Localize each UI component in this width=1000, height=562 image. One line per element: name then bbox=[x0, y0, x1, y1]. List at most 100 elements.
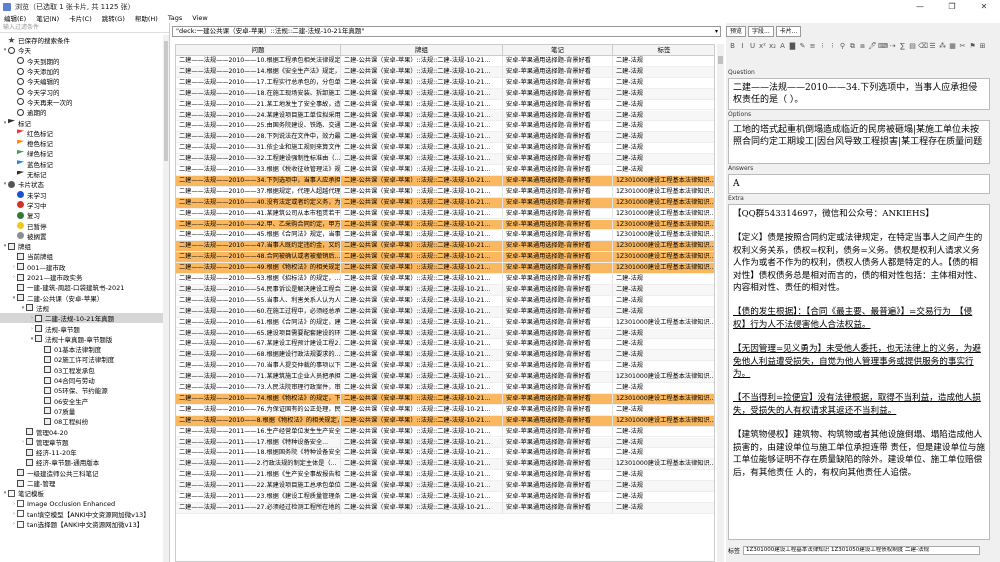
sidebar-item[interactable]: ▾ 法规 bbox=[0, 303, 164, 313]
table-row[interactable]: 二建——法规——2010——32.工程建设强制性标准由（... 二建-公共课（安卓… bbox=[176, 154, 714, 165]
sidebar-item[interactable]: 02施工许可法律制度 bbox=[0, 354, 164, 364]
sidebar-item[interactable]: 一级建造师公共三科笔记 bbox=[0, 468, 164, 478]
table-row[interactable]: 二建——法规——2010——74.根据《物权法》的规定，下... 二建-公共课（安… bbox=[176, 393, 714, 405]
sidebar-item[interactable]: 经济-11-20年 bbox=[0, 447, 164, 457]
format-button-icon[interactable]: ☰ bbox=[928, 42, 937, 51]
format-button-icon[interactable]: ✂ bbox=[958, 42, 967, 51]
table-row[interactable]: 二建——法规——2011——27.必须经过检测工程所在地的... 二建-公共课（安… bbox=[176, 502, 714, 514]
format-button-icon[interactable]: U bbox=[748, 42, 757, 51]
sidebar-item[interactable]: 04合同与劳动 bbox=[0, 375, 164, 385]
sidebar-item[interactable]: 今天到期的 bbox=[0, 56, 164, 66]
sidebar-item[interactable]: 蓝色标记 bbox=[0, 159, 164, 169]
table-row[interactable]: 二建——法规——2010——55.当事人、利害关系人认为人... 二建-公共课（安… bbox=[176, 295, 714, 307]
format-button-icon[interactable]: ▤ bbox=[908, 42, 917, 51]
cards-button[interactable]: 卡片... bbox=[775, 26, 802, 37]
menu-go[interactable]: 跳转(G) bbox=[102, 13, 125, 23]
table-row[interactable]: 二建——法规——2010——8.根据《物权法》的相关规定，... 二建-公共课（安… bbox=[176, 415, 714, 427]
table-scrollbar[interactable] bbox=[717, 44, 724, 562]
format-button-icon[interactable]: ▇ bbox=[788, 42, 797, 51]
table-row[interactable]: 二建——法规——2011——23.根据《建设工程质量管理条... 二建-公共课（安… bbox=[176, 492, 714, 503]
sidebar-item[interactable]: 管理04-20 bbox=[0, 426, 164, 437]
table-row[interactable]: 二建——法规——2010——47.当事人既约定违约金，又约... 二建-公共课（安… bbox=[176, 241, 714, 253]
format-button-icon[interactable]: ⚲ bbox=[838, 42, 847, 51]
sidebar-item[interactable]: ▾ 今天 bbox=[0, 45, 164, 55]
format-button-icon[interactable]: I bbox=[738, 42, 747, 51]
sidebar-item[interactable]: › 法规-章节题 bbox=[0, 323, 164, 334]
format-button-icon[interactable]: ⊞ bbox=[978, 42, 987, 51]
table-row[interactable]: 二建——法规——2010——71.某建筑施工企业人员把承担... 二建-公共课（安… bbox=[176, 372, 714, 383]
sidebar-item[interactable]: 已暂停 bbox=[0, 220, 164, 231]
format-button-icon[interactable]: A bbox=[778, 42, 787, 51]
sidebar-item[interactable]: ▾ 标记 bbox=[0, 117, 164, 128]
table-row[interactable]: 二建——法规——2010——60.在施工过程中，必须经总承... 二建-公共课（安… bbox=[176, 306, 714, 318]
table-row[interactable]: 二建——法规——2010——25.由国务院建设、铁路、交通... 二建-公共课（安… bbox=[176, 121, 714, 133]
sidebar-item[interactable]: 当前牌组 bbox=[0, 251, 164, 261]
sidebar-item[interactable]: › 管理章节题 bbox=[0, 437, 164, 447]
column-header-note[interactable]: 笔记 bbox=[503, 45, 613, 55]
menu-edit[interactable]: 编辑(E) bbox=[4, 13, 26, 23]
menu-notes[interactable]: 笔记(N) bbox=[36, 13, 59, 23]
table-row[interactable]: 二建——法规——2010——49.根据《物权法》的相关规定... 二建-公共课（安… bbox=[176, 263, 714, 274]
extra-field[interactable]: 【QQ群543314697，微信和公众号：ANKIEHS】 【定义】债是按照合同… bbox=[728, 204, 990, 540]
sidebar-item[interactable]: 二建-管理 bbox=[0, 478, 164, 488]
table-row[interactable]: 二建——法规——2011——2.行政法规的制定主体是（... 二建-公共课（安卓-… bbox=[176, 459, 714, 471]
format-button-icon[interactable]: ⁝ bbox=[828, 42, 837, 51]
column-header-deck[interactable]: 牌组 bbox=[341, 45, 503, 55]
format-button-icon[interactable]: 🖊 bbox=[868, 42, 877, 51]
table-row[interactable]: 二建——法规——2010——10.根据工程承包相关法律规定，... 二建-公共课（… bbox=[176, 56, 714, 67]
table-row[interactable]: 二建——法规——2011——18.根据国务院《特种设备安全... 二建-公共课（安… bbox=[176, 448, 714, 460]
expand-arrow-icon[interactable]: ▾ bbox=[2, 120, 8, 126]
table-scroll-thumb[interactable] bbox=[718, 56, 723, 64]
sidebar-item[interactable]: ▾ 法规十章真题-章节题版 bbox=[0, 334, 164, 344]
format-button-icon[interactable]: ⁝ bbox=[818, 42, 827, 51]
table-row[interactable]: 二建——法规——2010——68.根据建设行政法规要求的... 二建-公共课（安卓… bbox=[176, 350, 714, 362]
sidebar-item[interactable]: 07质量 bbox=[0, 406, 164, 416]
sidebar-item[interactable]: 红色标记 bbox=[0, 128, 164, 138]
table-row[interactable]: 二建——法规——2010——45.根据《合同法》规定，当事... 二建-公共课（安… bbox=[176, 230, 714, 242]
sidebar-item[interactable]: 08工程纠纷 bbox=[0, 416, 164, 426]
sidebar-item[interactable]: 06安全生产 bbox=[0, 396, 164, 406]
search-input[interactable]: "deck:一建公共课（安卓-苹果）::法规::二建-法规-10-21年真题" … bbox=[172, 26, 721, 37]
menu-view[interactable]: View bbox=[192, 14, 207, 22]
sidebar-item[interactable]: 一建-建筑-周超-口袋建筑书-2021 bbox=[0, 282, 164, 292]
sidebar-item[interactable]: › tan填空模型【ANKI中文资源网加微v13】 bbox=[0, 509, 164, 519]
table-row[interactable]: 二建——法规——2010——24.某建设项目施工单位拟采用... 二建-公共课（安… bbox=[176, 110, 714, 122]
format-button-icon[interactable]: ⌫ bbox=[918, 42, 928, 51]
format-button-icon[interactable]: ⧈ bbox=[858, 42, 867, 51]
sidebar-item[interactable]: › Image Occlusion Enhanced bbox=[0, 499, 164, 509]
sidebar-item[interactable]: 学习中 bbox=[0, 200, 164, 210]
sidebar-item[interactable]: 复习 bbox=[0, 210, 164, 220]
table-row[interactable]: 二建——法规——2010——70.当事人提交仲裁的事项以下... 二建-公共课（安… bbox=[176, 361, 714, 373]
table-row[interactable]: 二建——法规——2010——21.某工地发生了安全事故，造... 二建-公共课（安… bbox=[176, 99, 714, 111]
fields-button[interactable]: 字段... bbox=[748, 26, 774, 37]
table-row[interactable]: 二建——法规——2010——65.建设项目需要配套建设的环... 二建-公共课（安… bbox=[176, 328, 714, 340]
format-button-icon[interactable]: ⌨ bbox=[878, 42, 888, 51]
format-button-icon[interactable]: x² bbox=[758, 42, 767, 51]
table-row[interactable]: 二建——法规——2010——18.在施工现场安装、拆卸施工... 二建-公共课（安… bbox=[176, 88, 714, 100]
format-button-icon[interactable]: x₂ bbox=[768, 42, 777, 51]
table-row[interactable]: 二建——法规——2010——53.根据《招标法》的规定，... 二建-公共课（安卓… bbox=[176, 274, 714, 285]
minimize-button[interactable]: — bbox=[904, 2, 936, 11]
sidebar-item[interactable]: 03工程发承包 bbox=[0, 365, 164, 375]
sidebar-scroll-thumb[interactable] bbox=[164, 41, 168, 161]
format-button-icon[interactable]: ⇢ bbox=[888, 42, 897, 51]
format-button-icon[interactable]: ≡ bbox=[808, 42, 817, 51]
column-header-tags[interactable]: 标签 bbox=[613, 45, 714, 55]
sidebar-item[interactable]: 已保存的搜索条件 bbox=[0, 35, 164, 45]
menu-cards[interactable]: 卡片(C) bbox=[69, 13, 92, 23]
table-row[interactable]: 二建——法规——2010——41.某建筑公司从本市租赁若干... 二建-公共课（安… bbox=[176, 208, 714, 220]
sidebar-item[interactable]: 橙色标记 bbox=[0, 138, 164, 148]
sidebar-item[interactable]: › 2021—建市政实务 bbox=[0, 272, 164, 282]
format-button-icon[interactable]: ▦ bbox=[948, 42, 957, 51]
preview-button[interactable]: 预览 bbox=[726, 26, 747, 37]
search-dropdown-icon[interactable]: ▾ bbox=[715, 27, 718, 36]
sidebar-item[interactable]: › 001—建市政 bbox=[0, 262, 164, 272]
sidebar-item[interactable]: 被搁置 bbox=[0, 231, 164, 241]
sidebar-item[interactable]: › tan选择题【ANKI中文资源网加微v13】 bbox=[0, 519, 164, 529]
tags-input[interactable]: 1Z301000建设工程基本法律知识 1Z301050建设工程债权制度 二建-法… bbox=[743, 545, 980, 555]
sidebar-item[interactable]: 05环保、节约能源 bbox=[0, 385, 164, 395]
menu-tags[interactable]: Tags bbox=[168, 14, 182, 22]
options-field[interactable]: 工地的塔式起重机倒塌造成临近的民房被砸塌|某施工单位未按照合同约定工期竣工|因台… bbox=[728, 120, 990, 164]
table-row[interactable]: 二建——法规——2010——67.某建设工程预计建设工程2... 二建-公共课（安… bbox=[176, 339, 714, 351]
sidebar-item[interactable]: › 二建-法规-10-21年真题 bbox=[0, 313, 164, 324]
